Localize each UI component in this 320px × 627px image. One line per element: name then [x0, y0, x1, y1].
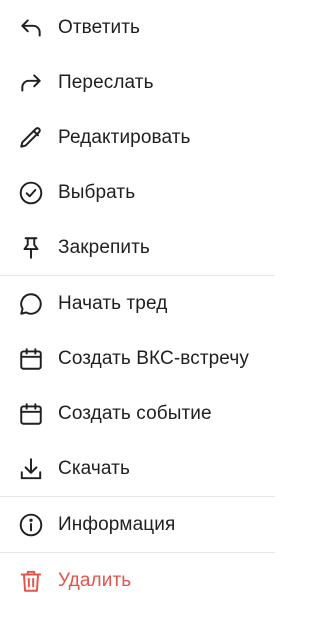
menu-item-pin[interactable]: Закрепить	[0, 220, 275, 275]
menu-item-label: Ответить	[58, 16, 141, 38]
menu-item-download[interactable]: Скачать	[0, 441, 275, 496]
chat-bubble-icon	[18, 291, 44, 317]
menu-group-info: Информация	[0, 497, 275, 553]
reply-icon	[18, 15, 44, 41]
menu-item-forward[interactable]: Переслать	[0, 55, 275, 110]
menu-item-create-video-meeting[interactable]: Создать ВКС-встречу	[0, 331, 275, 386]
menu-group-message-actions: Ответить Переслать Редактировать Выбрать…	[0, 0, 275, 276]
trash-icon	[18, 568, 44, 594]
check-circle-icon	[18, 180, 44, 206]
context-menu: Ответить Переслать Редактировать Выбрать…	[0, 0, 275, 627]
menu-item-label: Удалить	[58, 569, 132, 591]
pin-icon	[18, 235, 44, 261]
calendar-icon	[18, 346, 44, 372]
menu-item-label: Выбрать	[58, 181, 136, 203]
menu-item-start-thread[interactable]: Начать тред	[0, 276, 275, 331]
calendar-icon	[18, 401, 44, 427]
forward-icon	[18, 70, 44, 96]
menu-item-select[interactable]: Выбрать	[0, 165, 275, 220]
menu-group-create-actions: Начать тред Создать ВКС-встречу Создать …	[0, 276, 275, 497]
menu-item-label: Информация	[58, 513, 176, 535]
menu-item-reply[interactable]: Ответить	[0, 0, 275, 55]
info-icon	[18, 512, 44, 538]
menu-item-label: Создать ВКС-встречу	[58, 347, 249, 369]
menu-item-label: Редактировать	[58, 126, 191, 148]
pencil-icon	[18, 125, 44, 151]
menu-item-edit[interactable]: Редактировать	[0, 110, 275, 165]
menu-item-label: Переслать	[58, 71, 154, 93]
menu-item-create-event[interactable]: Создать событие	[0, 386, 275, 441]
menu-item-label: Скачать	[58, 457, 130, 479]
menu-item-label: Закрепить	[58, 236, 150, 258]
menu-item-label: Создать событие	[58, 402, 212, 424]
menu-item-info[interactable]: Информация	[0, 497, 275, 552]
download-icon	[18, 456, 44, 482]
menu-item-label: Начать тред	[58, 292, 168, 314]
menu-item-delete[interactable]: Удалить	[0, 553, 275, 608]
menu-group-danger: Удалить	[0, 553, 275, 608]
